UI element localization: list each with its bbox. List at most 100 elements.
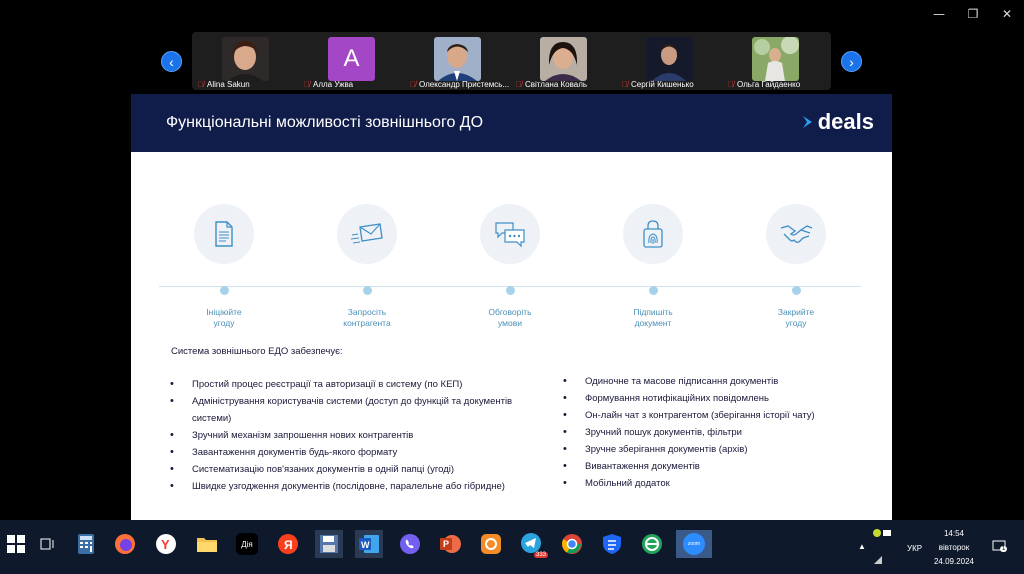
chat-icon xyxy=(480,204,540,264)
windows-icon xyxy=(7,535,25,553)
participant-name: Алла Ужва xyxy=(313,80,354,89)
slide-header: Функціональні можливості зовнішнього ДО … xyxy=(131,94,892,152)
save-icon[interactable] xyxy=(315,530,343,558)
step-label: Ініціюйте xyxy=(206,307,242,317)
muted-mic-icon: 🎙̸ xyxy=(198,80,204,89)
participant-tile[interactable]: 🎙̸ Олександр Пристемсь... xyxy=(404,32,510,90)
telegram-badge: 333 xyxy=(533,552,548,558)
yandex-browser-icon[interactable]: Y xyxy=(152,530,180,558)
clock-date: 24.09.2024 xyxy=(933,557,975,566)
list-item: Вивантаження документів xyxy=(563,458,815,475)
orange-app-icon[interactable] xyxy=(477,530,505,558)
clock-day: вівторок xyxy=(938,543,970,552)
avatar xyxy=(752,37,799,81)
step-label: Запросіть xyxy=(347,307,387,317)
notifications-button[interactable]: 1 xyxy=(992,540,1008,554)
notification-count: 1 xyxy=(1000,546,1008,552)
close-button[interactable]: ✕ xyxy=(990,6,1024,22)
tray-app-icon[interactable] xyxy=(872,528,892,540)
deals-chevron-icon xyxy=(802,116,812,128)
step-label: контрагента xyxy=(343,318,391,328)
timeline-dot xyxy=(791,286,801,295)
taskbar: Y Дія Я W P 333 zoom ▲ УКР 14:54 вівторо… xyxy=(0,520,1024,574)
timeline-dot xyxy=(362,286,372,295)
telegram-icon[interactable]: 333 xyxy=(518,530,548,558)
svg-text:Y: Y xyxy=(161,537,170,552)
zoom-icon[interactable]: zoom xyxy=(676,530,712,558)
muted-mic-icon: 🎙̸ xyxy=(728,80,734,89)
list-item: Зручний пошук документів, фільтри xyxy=(563,424,815,441)
step-sign: Підпишіть документ xyxy=(598,204,708,329)
list-item: Зручне зберігання документів (архів) xyxy=(563,441,815,458)
prev-participants-button[interactable]: ‹ xyxy=(161,51,182,72)
document-icon xyxy=(194,204,254,264)
muted-mic-icon: 🎙̸ xyxy=(304,80,310,89)
green-app-icon[interactable] xyxy=(638,530,666,558)
svg-text:W: W xyxy=(361,540,370,550)
step-invite: Запросіть контрагента xyxy=(312,204,422,329)
shared-slide: Функціональні можливості зовнішнього ДО … xyxy=(131,94,892,520)
slide-title: Функціональні можливості зовнішнього ДО xyxy=(166,114,484,131)
participant-tile[interactable]: 🎙̸ Alina Sakun xyxy=(192,32,298,90)
step-close: Закрийте угоду xyxy=(741,204,851,329)
viber-icon[interactable] xyxy=(396,530,424,558)
timeline-dot xyxy=(219,286,229,295)
handshake-icon xyxy=(766,204,826,264)
participant-name: Олександр Пристемсь... xyxy=(419,80,510,89)
muted-mic-icon: 🎙̸ xyxy=(410,80,416,89)
diia-icon[interactable]: Дія xyxy=(233,530,261,558)
avatar xyxy=(434,37,481,81)
svg-text:Я: Я xyxy=(284,538,293,552)
timeline-dot xyxy=(648,286,658,295)
calculator-icon[interactable] xyxy=(72,530,100,558)
avatar xyxy=(222,37,269,81)
fingerprint-lock-icon xyxy=(623,204,683,264)
show-hidden-icons-button[interactable]: ▲ xyxy=(858,542,866,551)
next-participants-button[interactable]: › xyxy=(841,51,862,72)
window-controls: — ❐ ✕ xyxy=(922,6,1024,22)
network-icon[interactable] xyxy=(873,555,883,567)
envelope-icon xyxy=(337,204,397,264)
features-list-right: Одиночне та масове підписання документів… xyxy=(563,373,815,492)
powerpoint-icon[interactable]: P xyxy=(436,530,464,558)
list-item: Он-лайн чат з контрагентом (зберігання і… xyxy=(563,407,815,424)
features-list-left: Простий процес реєстрації та авторизації… xyxy=(170,376,512,495)
shield-app-icon[interactable] xyxy=(598,530,626,558)
participant-tile[interactable]: 🎙̸ Сергій Кишенько xyxy=(616,32,722,90)
avatar xyxy=(540,37,587,81)
participant-tile[interactable]: A 🎙̸ Алла Ужва xyxy=(298,32,404,90)
step-label: умови xyxy=(498,318,522,328)
step-label: угоду xyxy=(213,318,235,328)
firefox-icon[interactable] xyxy=(111,530,139,558)
step-label: Закрийте xyxy=(777,307,815,317)
step-initiate: Ініціюйте угоду xyxy=(169,204,279,329)
yandex-icon[interactable]: Я xyxy=(274,530,302,558)
list-item: Завантаження документів будь-якого форма… xyxy=(170,444,512,461)
step-label: Підпишіть xyxy=(633,307,673,317)
file-explorer-icon[interactable] xyxy=(193,530,221,558)
restore-button[interactable]: ❐ xyxy=(956,6,990,22)
avatar: A xyxy=(328,37,375,81)
list-item: Адміністрування користувачів системи (до… xyxy=(170,393,512,410)
word-icon[interactable]: W xyxy=(355,530,383,558)
language-indicator[interactable]: УКР xyxy=(907,544,922,553)
list-item: Систематизацію пов'язаних документів в о… xyxy=(170,461,512,478)
task-view-icon xyxy=(40,538,54,550)
list-item: системи) xyxy=(192,413,232,424)
clock[interactable]: 14:54 вівторок 24.09.2024 xyxy=(928,527,980,569)
timeline-dot xyxy=(505,286,515,295)
list-item: Формування нотифікаційних повідомлень xyxy=(563,390,815,407)
participant-tile[interactable]: 🎙̸ Світлана Коваль xyxy=(510,32,616,90)
step-label: документ xyxy=(634,318,672,328)
start-button[interactable] xyxy=(2,530,30,558)
list-item: Зручний механізм запрошення нових контра… xyxy=(170,427,512,444)
deals-logo: deals xyxy=(801,109,874,135)
features-intro: Система зовнішнього ЕДО забезпечує: xyxy=(171,346,343,357)
list-item: Мобільний додаток xyxy=(563,475,815,492)
task-view-button[interactable] xyxy=(34,530,62,558)
minimize-button[interactable]: — xyxy=(922,6,956,22)
participant-name: Ольга Гайдаенко xyxy=(737,80,801,89)
clock-time: 14:54 xyxy=(943,529,965,538)
chrome-icon[interactable] xyxy=(558,530,586,558)
participant-tile[interactable]: 🎙̸ Ольга Гайдаенко xyxy=(722,32,828,90)
